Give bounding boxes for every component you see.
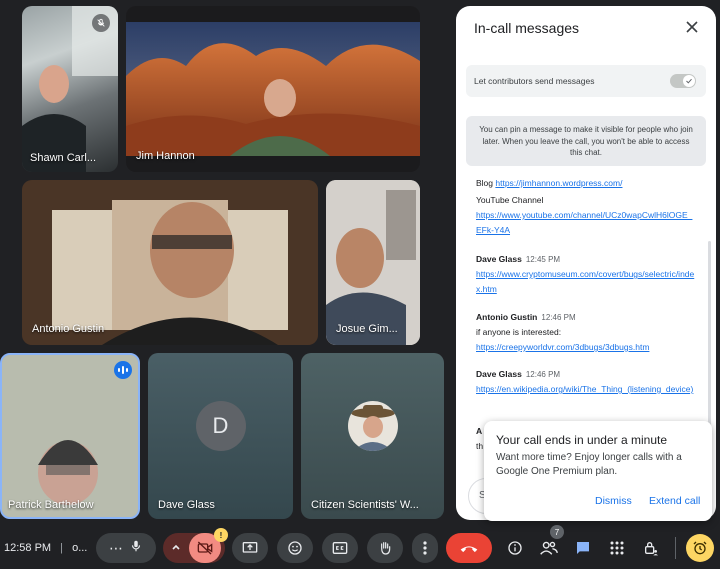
people-count-badge: 7 [550, 525, 564, 539]
check-icon [683, 75, 695, 87]
message-link[interactable]: https://creepyworldvr.com/3dbugs/3dbugs.… [476, 340, 698, 355]
meeting-details-button[interactable] [502, 535, 528, 561]
hang-up-icon [460, 546, 478, 553]
panel-title: In-call messages [474, 20, 580, 36]
meeting-code[interactable]: o... [72, 542, 87, 554]
message-item: Blog https://jimhannon.wordpress.com/ Yo… [476, 172, 698, 238]
participant-tile-patrick[interactable]: Patrick Barthelow [0, 353, 140, 519]
message-link[interactable]: https://www.youtube.com/channel/UCz0wapC… [476, 208, 698, 238]
separator: | [60, 542, 64, 554]
message-item: Antonio Gustin 12:46 PM if anyone is inte… [476, 312, 698, 355]
participant-name: Patrick Barthelow [8, 499, 94, 511]
participant-tile-citizen[interactable]: Citizen Scientists' W... [301, 353, 444, 519]
message-header: Dave Glass 12:46 PM [476, 369, 698, 379]
microphone-icon[interactable] [129, 539, 143, 558]
more-vert-icon [423, 541, 427, 555]
participant-name: Shawn Carl... [30, 152, 97, 164]
people-icon [540, 541, 558, 555]
closed-captions-icon [332, 542, 348, 554]
chat-icon [577, 542, 589, 554]
message-time: 12:46 PM [525, 370, 561, 379]
allow-messages-label: Let contributors send messages [474, 76, 595, 86]
lock-person-icon [645, 542, 658, 556]
speaking-indicator-icon [114, 361, 132, 379]
clock-time: 12:58 PM [4, 542, 52, 554]
message-text: Blog https://jimhannon.wordpress.com/ [476, 178, 623, 188]
avatar [347, 401, 398, 452]
hand-icon [381, 542, 391, 555]
camera-warning-badge: ! [214, 528, 228, 542]
message-item: Dave Glass 12:45 PM https://www.cryptomus… [476, 254, 698, 297]
message-sender: Antonio Gustin [476, 312, 538, 322]
info-icon [508, 541, 522, 555]
message-text: if anyone is interested: [476, 327, 562, 337]
message-header: Dave Glass 12:45 PM [476, 254, 698, 264]
close-icon[interactable] [684, 19, 700, 35]
participant-tile-antonio[interactable]: Antonio Gustin [22, 180, 318, 345]
toast-title: Your call ends in under a minute [496, 433, 667, 447]
emoji-icon [288, 541, 302, 555]
more-audio-options-icon[interactable]: ⋯ [109, 540, 123, 557]
alarm-clock-icon [693, 541, 707, 555]
camera-options-chevron-icon[interactable] [171, 539, 181, 557]
meeting-info: 12:58 PM | o... [4, 542, 87, 554]
participant-tile-dave[interactable]: D Dave Glass [148, 353, 293, 519]
present-screen-button[interactable] [232, 533, 268, 563]
apps-icon [610, 541, 624, 555]
chat-button[interactable] [570, 535, 596, 561]
message-link[interactable]: https://www.cryptomuseum.com/covert/bugs… [476, 267, 698, 297]
dismiss-button[interactable]: Dismiss [595, 495, 632, 507]
activities-button[interactable] [604, 535, 630, 561]
present-icon [242, 542, 258, 553]
participant-video [126, 22, 420, 157]
participant-tile-jim[interactable]: Jim Hannon [126, 6, 420, 172]
call-ending-toast: Your call ends in under a minute Want mo… [484, 421, 712, 521]
participant-video [22, 180, 318, 345]
participant-video [326, 180, 420, 345]
mic-control-group: ⋯ [96, 533, 156, 563]
participant-tile-shawn[interactable]: Shawn Carl... [22, 6, 118, 172]
extend-call-button[interactable]: Extend call [649, 495, 700, 507]
more-options-button[interactable] [412, 533, 438, 563]
message-time: 12:46 PM [541, 313, 576, 322]
allow-messages-row: Let contributors send messages [466, 65, 706, 97]
toast-body: Want more time? Enjoy longer calls with … [496, 452, 682, 477]
participant-name: Citizen Scientists' W... [311, 499, 419, 511]
message-sender: Dave Glass [476, 369, 522, 379]
participant-name: Dave Glass [158, 499, 215, 511]
muted-mic-icon [92, 14, 110, 32]
participant-tile-josue[interactable]: Josue Gim... [326, 180, 420, 345]
captions-button[interactable] [322, 533, 358, 563]
allow-messages-toggle[interactable] [670, 74, 696, 88]
message-sender: Dave Glass [476, 254, 522, 264]
host-controls-button[interactable] [638, 535, 664, 561]
leave-call-button[interactable] [446, 533, 492, 563]
raise-hand-button[interactable] [367, 533, 403, 563]
message-link[interactable]: https://en.wikipedia.org/wiki/The_Thing_… [476, 382, 698, 397]
participant-name: Josue Gim... [336, 323, 398, 335]
call-timer-button[interactable] [686, 534, 714, 562]
toolbar-divider [675, 537, 676, 559]
avatar: D [195, 401, 246, 452]
participant-name: Antonio Gustin [32, 323, 105, 335]
message-header: Antonio Gustin 12:46 PM [476, 312, 698, 322]
reactions-button[interactable] [277, 533, 313, 563]
participant-video [2, 355, 138, 517]
pin-notice: You can pin a message to make it visible… [466, 116, 706, 166]
message-time: 12:45 PM [525, 255, 561, 264]
participant-name: Jim Hannon [136, 150, 195, 162]
message-text: YouTube Channel [476, 195, 544, 205]
message-link[interactable]: https://jimhannon.wordpress.com/ [495, 178, 622, 188]
message-item: Dave Glass 12:46 PM https://en.wikipedia.… [476, 369, 698, 397]
